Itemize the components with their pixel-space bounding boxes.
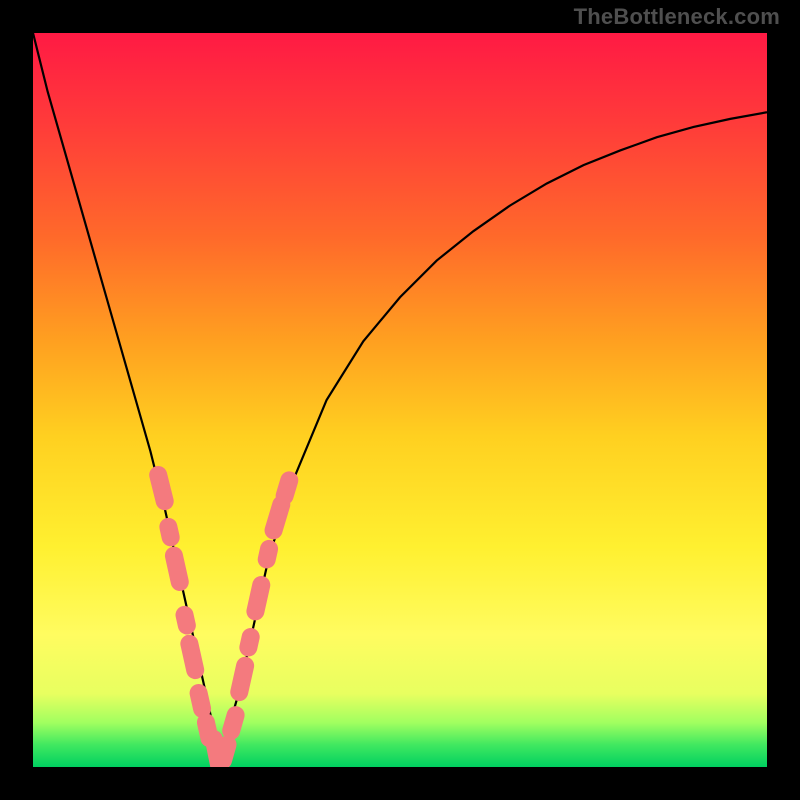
- data-marker: [158, 475, 165, 501]
- marker-group: [158, 475, 289, 766]
- data-marker: [267, 549, 269, 560]
- data-marker: [239, 666, 245, 692]
- data-marker: [168, 527, 170, 538]
- data-marker: [189, 644, 195, 670]
- bottleneck-curve: [33, 33, 767, 745]
- data-marker: [185, 615, 187, 626]
- data-marker: [248, 637, 250, 648]
- data-marker: [223, 745, 227, 761]
- chart-frame: TheBottleneck.com: [0, 0, 800, 800]
- data-marker: [274, 505, 282, 531]
- curve-svg: [33, 33, 767, 767]
- watermark-text: TheBottleneck.com: [574, 4, 780, 30]
- data-marker: [231, 715, 235, 731]
- data-marker: [255, 585, 261, 611]
- plot-area: [33, 33, 767, 767]
- data-marker: [285, 480, 290, 496]
- data-marker: [174, 556, 180, 582]
- data-marker: [199, 693, 203, 709]
